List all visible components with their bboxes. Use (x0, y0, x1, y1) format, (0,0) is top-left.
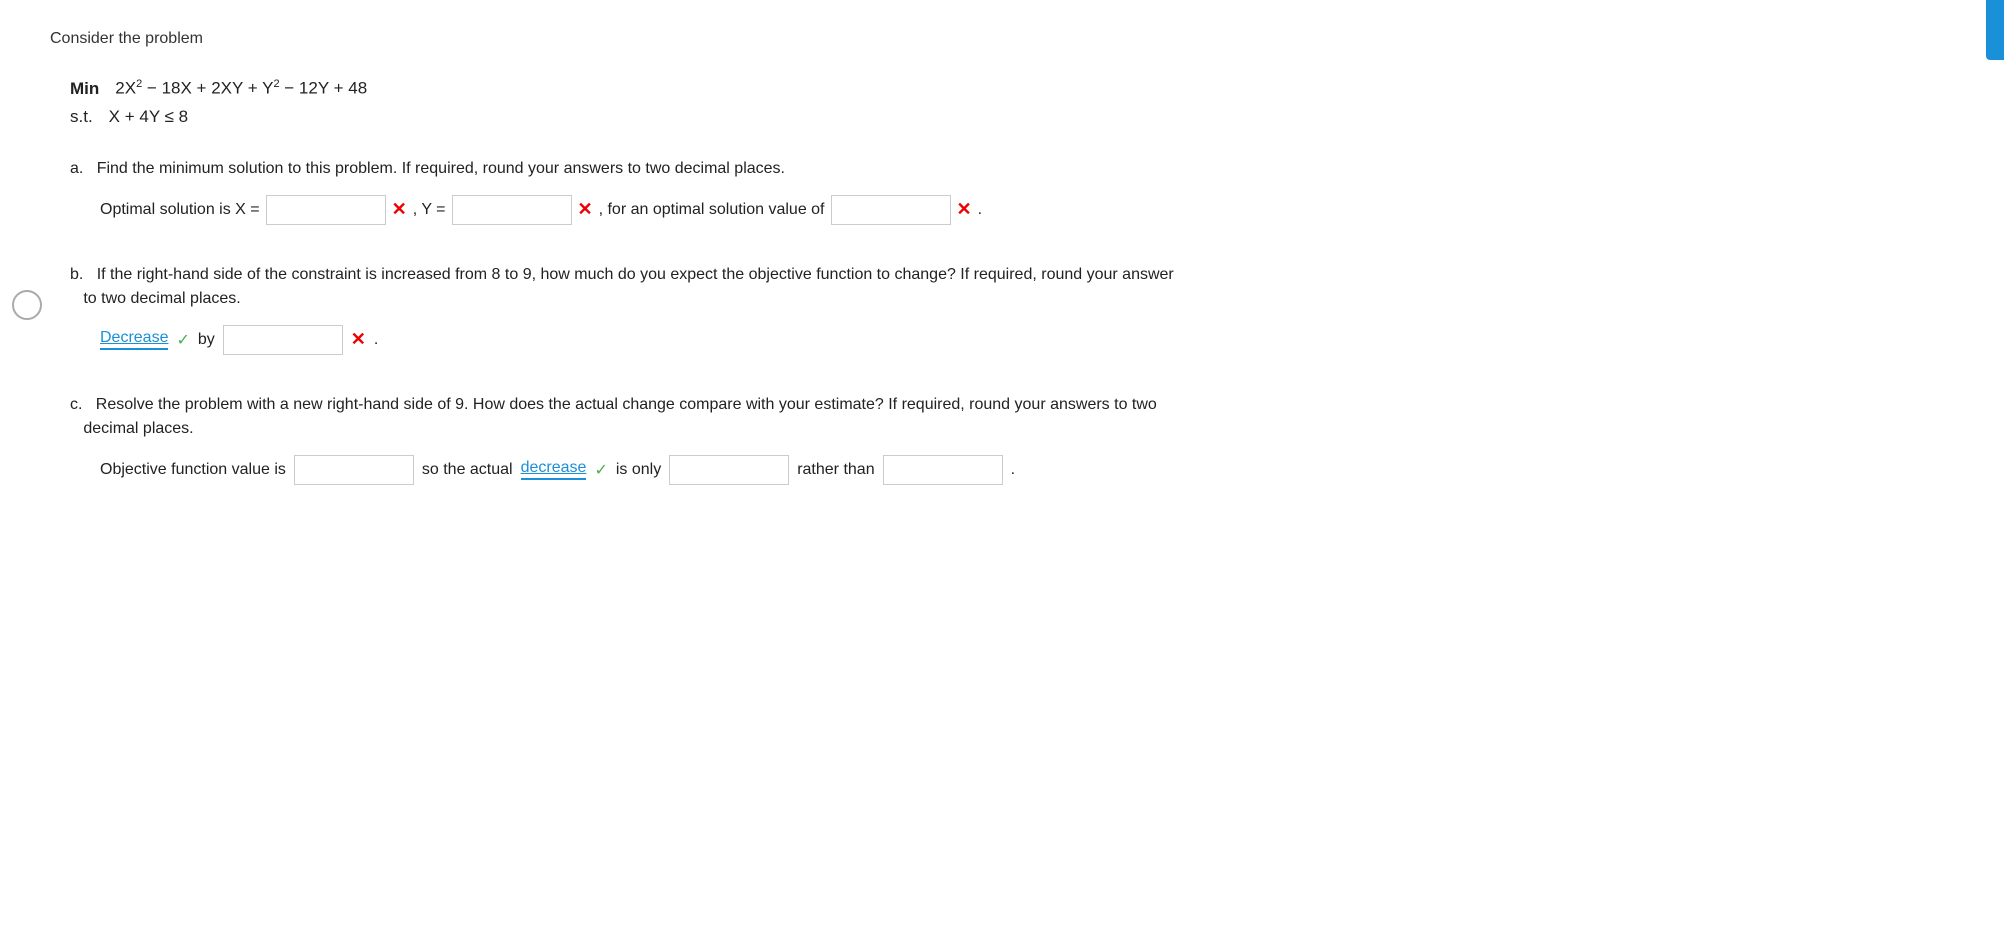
input-y[interactable] (452, 195, 572, 225)
rather-than-text: rather than (797, 461, 874, 479)
problem-st-line: s.t. X + 4Y ≤ 8 (70, 107, 1954, 127)
st-label: s.t. (70, 107, 93, 127)
for-optimal-text: , for an optimal solution value of (599, 201, 825, 219)
is-only-text: is only (616, 461, 661, 479)
x-mark-3: ✕ (957, 199, 972, 220)
question-c: c. Resolve the problem with a new right-… (70, 393, 1954, 485)
question-c-label: c. Resolve the problem with a new right-… (70, 393, 1954, 441)
x-mark-1: ✕ (392, 199, 407, 220)
check-mark-c: ✓ (594, 460, 607, 480)
min-label: Min (70, 79, 99, 99)
question-b-label: b. If the right-hand side of the constra… (70, 263, 1954, 311)
question-a-label: a. Find the minimum solution to this pro… (70, 157, 1954, 181)
comma-y-equals: , Y = (413, 201, 446, 219)
question-a: a. Find the minimum solution to this pro… (70, 157, 1954, 225)
circle-indicator (12, 290, 42, 320)
input-c-rather[interactable] (883, 455, 1003, 485)
input-optimal-val[interactable] (831, 195, 951, 225)
question-a-answer-row: Optimal solution is X = ✕ , Y = ✕ , for … (100, 195, 1954, 225)
period-c: . (1011, 461, 1015, 479)
problem-min-line: Min 2X2 − 18X + 2XY + Y2 − 12Y + 48 (70, 78, 1954, 99)
input-c-only[interactable] (669, 455, 789, 485)
period-a: . (978, 201, 982, 219)
decrease-inline[interactable]: decrease (521, 459, 587, 480)
question-c-answer-row: Objective function value is so the actua… (100, 455, 1954, 485)
check-mark-b: ✓ (176, 330, 189, 350)
min-expression: 2X2 − 18X + 2XY + Y2 − 12Y + 48 (115, 78, 367, 99)
input-x[interactable] (266, 195, 386, 225)
x-mark-b: ✕ (351, 329, 366, 350)
st-expression: X + 4Y ≤ 8 (109, 107, 188, 127)
input-c-obj[interactable] (294, 455, 414, 485)
page-title: Consider the problem (50, 30, 1954, 48)
question-b: b. If the right-hand side of the constra… (70, 263, 1954, 355)
x-mark-2: ✕ (578, 199, 593, 220)
question-b-answer-row: Decrease ✓ by ✕ . (100, 325, 1954, 355)
so-actual-text: so the actual (422, 461, 513, 479)
optimal-solution-prefix: Optimal solution is X = (100, 201, 260, 219)
input-b-amount[interactable] (223, 325, 343, 355)
blue-corner-accent (1986, 0, 2004, 60)
obj-func-prefix: Objective function value is (100, 461, 286, 479)
by-label: by (198, 331, 215, 349)
decrease-button[interactable]: Decrease (100, 329, 168, 350)
period-b: . (374, 331, 378, 349)
